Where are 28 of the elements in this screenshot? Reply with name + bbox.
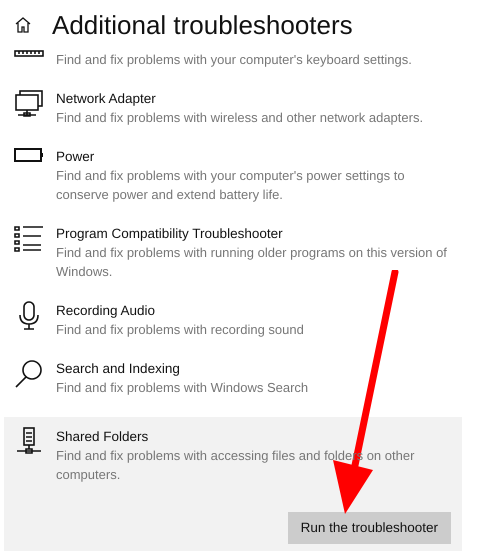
keyboard-icon bbox=[14, 50, 44, 58]
troubleshooter-description: Find and fix problems with wireless and other network adapters. bbox=[56, 109, 424, 127]
troubleshooter-item[interactable]: Program Compatibility Troubleshooter Find and fix problems with running older programs on this version of Windows. bbox=[4, 224, 476, 301]
troubleshooter-item[interactable]: Find and fix problems with your computer's keyboard settings. bbox=[4, 50, 476, 89]
network-icon bbox=[14, 89, 44, 119]
troubleshooter-title[interactable]: Search and Indexing bbox=[56, 359, 451, 378]
server-icon bbox=[16, 427, 42, 457]
troubleshooter-description: Find and fix problems with recording sound bbox=[56, 321, 305, 339]
troubleshooter-title[interactable]: Power bbox=[56, 147, 451, 166]
troubleshooter-description: Find and fix problems with your computer's power settings to conserve power and extend battery life. bbox=[56, 167, 406, 204]
troubleshooter-description: Find and fix problems with Windows Search bbox=[56, 379, 310, 397]
troubleshooter-title[interactable]: Shared Folders bbox=[56, 427, 451, 446]
troubleshooter-description: Find and fix problems with running older programs on this version of Windows. bbox=[56, 244, 448, 281]
troubleshooter-item[interactable]: Search and Indexing Find and fix problems with Windows Search bbox=[4, 359, 476, 417]
battery-icon bbox=[14, 147, 44, 163]
page-title: Additional troubleshooters bbox=[52, 12, 353, 38]
troubleshooter-title[interactable]: Network Adapter bbox=[56, 89, 451, 108]
troubleshooter-item[interactable]: Recording Audio Find and fix problems with recording sound bbox=[4, 301, 476, 359]
troubleshooter-title[interactable]: Recording Audio bbox=[56, 301, 451, 320]
list-icon bbox=[14, 224, 44, 254]
troubleshooter-item[interactable]: Network Adapter Find and fix problems with wireless and other network adapters. bbox=[4, 89, 476, 147]
troubleshooter-item[interactable]: Power Find and fix problems with your computer's power settings to conserve power and extend battery life. bbox=[4, 147, 476, 224]
microphone-icon bbox=[17, 301, 41, 331]
troubleshooter-description: Find and fix problems with your computer's keyboard settings. bbox=[56, 51, 413, 69]
troubleshooter-title[interactable]: Program Compatibility Troubleshooter bbox=[56, 224, 451, 243]
home-icon[interactable] bbox=[14, 16, 32, 34]
search-icon bbox=[14, 359, 44, 389]
run-troubleshooter-button[interactable]: Run the troubleshooter bbox=[288, 512, 451, 544]
